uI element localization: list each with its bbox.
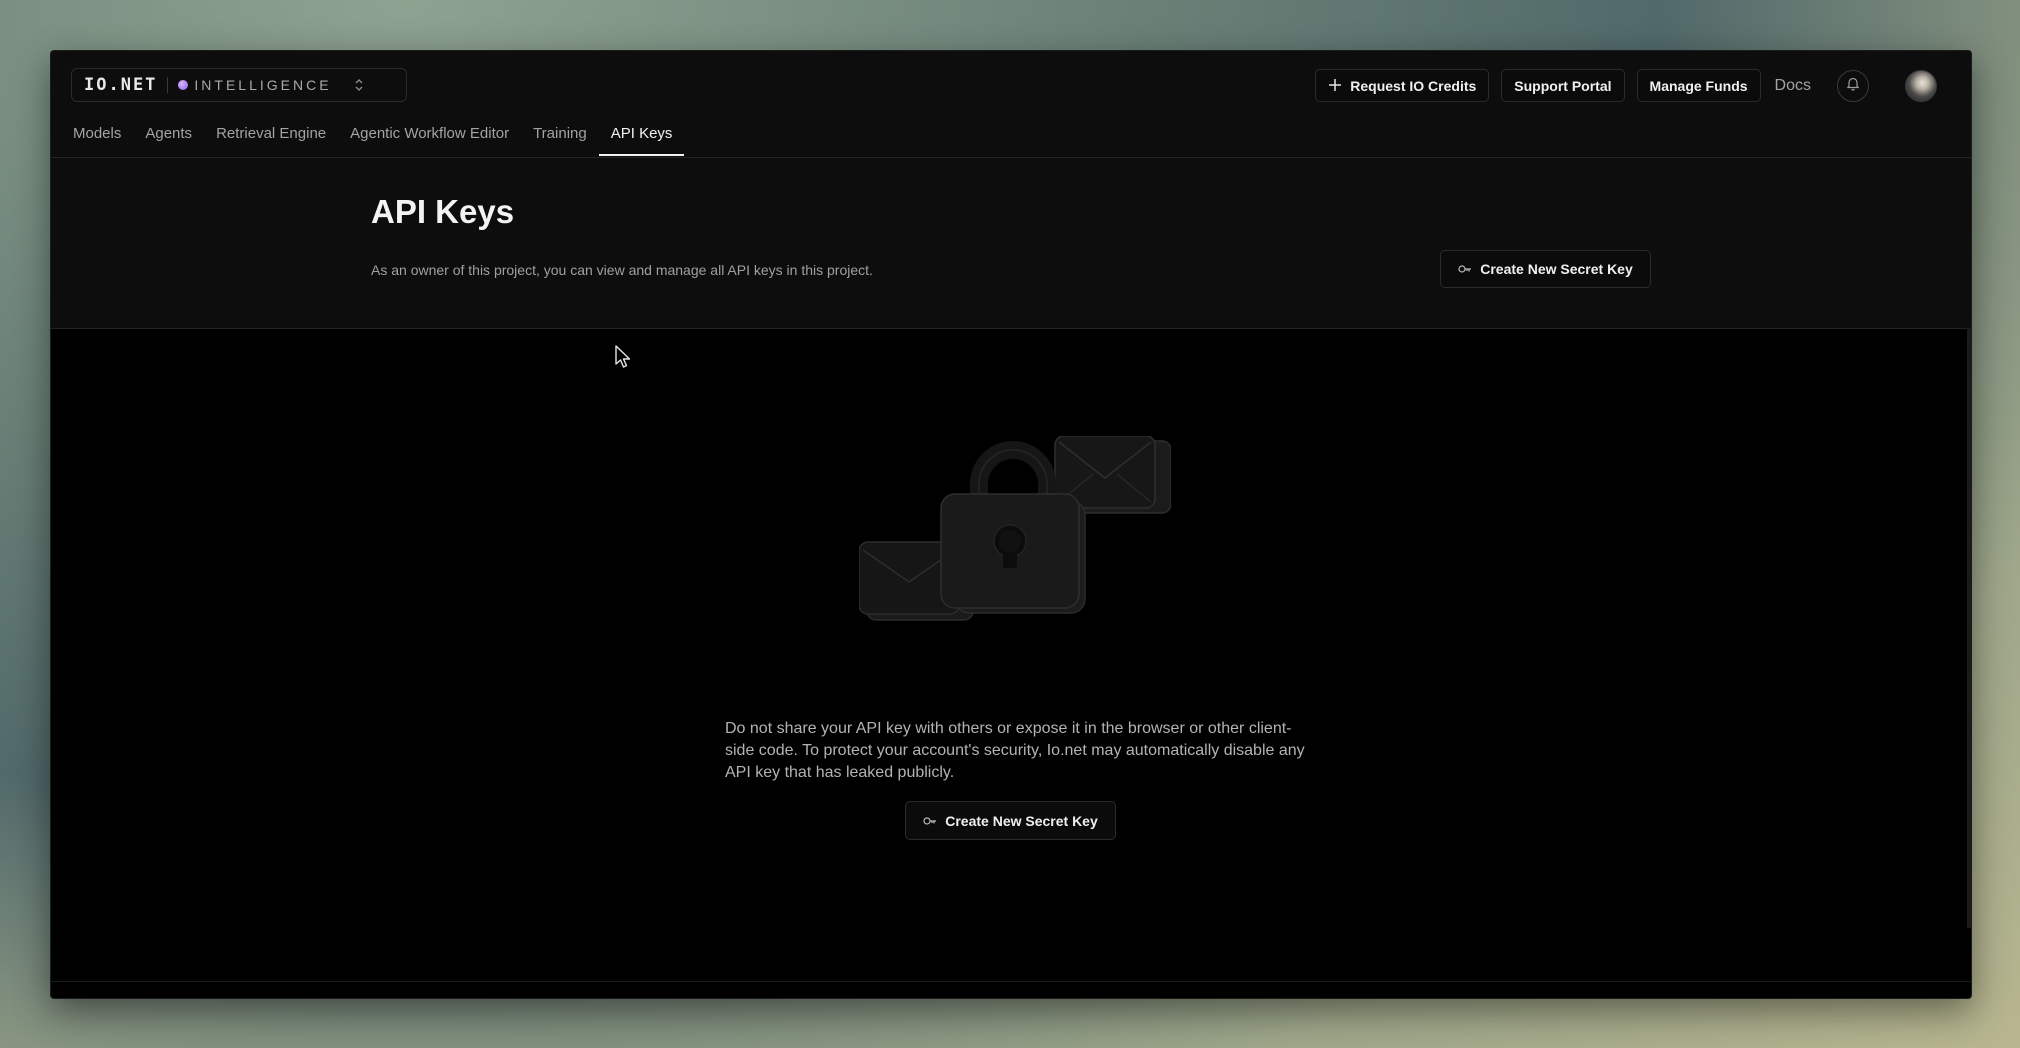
- create-secret-key-label: Create New Secret Key: [1480, 261, 1633, 277]
- key-icon: [1458, 263, 1472, 275]
- lock-envelopes-illustration: [858, 435, 1172, 641]
- create-secret-key-label: Create New Secret Key: [945, 812, 1098, 829]
- footer-divider: [51, 981, 1971, 982]
- page-description: As an owner of this project, you can vie…: [371, 262, 873, 278]
- tab-agentic-workflow-editor[interactable]: Agentic Workflow Editor: [338, 119, 521, 156]
- tab-agents[interactable]: Agents: [133, 119, 204, 156]
- tab-models[interactable]: Models: [73, 119, 133, 156]
- brand-divider: [167, 77, 169, 93]
- chevron-up-down-icon: [354, 78, 364, 92]
- key-icon: [923, 815, 937, 827]
- page-title: API Keys: [371, 193, 515, 230]
- page-header: API Keys As an owner of this project, yo…: [51, 158, 1971, 329]
- request-credits-button[interactable]: Request IO Credits: [1315, 69, 1490, 102]
- create-secret-key-button-empty-state[interactable]: Create New Secret Key: [905, 801, 1116, 840]
- api-key-warning-message: Do not share your API key with others or…: [725, 720, 1305, 781]
- manage-funds-button[interactable]: Manage Funds: [1636, 69, 1761, 102]
- product-dot-icon: [178, 80, 189, 90]
- bell-icon: [1846, 76, 1860, 96]
- app-window: IO.NET INTELLIGENCE Models Agents Retrie…: [50, 50, 1972, 999]
- main-nav: Models Agents Retrieval Engine Agentic W…: [73, 119, 685, 156]
- request-credits-label: Request IO Credits: [1350, 77, 1477, 94]
- project-switcher[interactable]: IO.NET INTELLIGENCE: [71, 68, 407, 102]
- docs-link[interactable]: Docs: [1775, 77, 1811, 95]
- top-bar: IO.NET INTELLIGENCE Models Agents Retrie…: [51, 51, 1971, 158]
- tab-training[interactable]: Training: [521, 119, 599, 156]
- product-name: INTELLIGENCE: [194, 77, 332, 93]
- tab-retrieval-engine[interactable]: Retrieval Engine: [204, 119, 338, 156]
- top-actions: Request IO Credits Support Portal Manage…: [1315, 69, 1937, 102]
- mouse-cursor-icon: [614, 345, 632, 374]
- notifications-button[interactable]: [1837, 69, 1869, 102]
- create-secret-key-button-header[interactable]: Create New Secret Key: [1440, 250, 1651, 288]
- scrollbar[interactable]: [1967, 328, 1971, 928]
- user-avatar[interactable]: [1905, 69, 1937, 102]
- brand-logo: IO.NET: [84, 75, 158, 95]
- support-portal-button[interactable]: Support Portal: [1501, 69, 1625, 102]
- plus-icon: [1328, 77, 1342, 95]
- tab-api-keys[interactable]: API Keys: [598, 119, 685, 156]
